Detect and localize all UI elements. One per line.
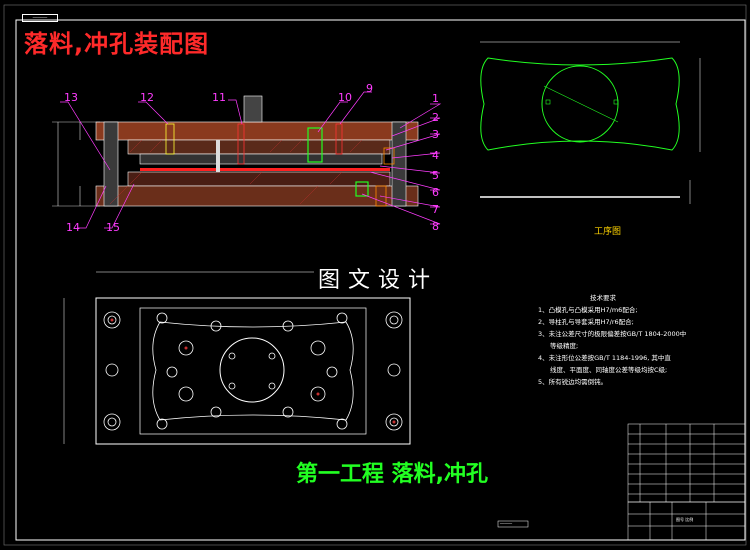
stage-title: 第一工程 落料,冲孔: [296, 462, 489, 487]
page-title: 落料,冲孔装配图: [24, 30, 210, 58]
title-block-scale: 图号 比例: [676, 517, 694, 522]
central-bore: [219, 337, 285, 403]
callout-6: 6: [432, 186, 439, 199]
callout-7: 7: [432, 203, 439, 216]
die-set-outline: [95, 297, 411, 445]
callout-12: 12: [140, 91, 154, 104]
bottom-plate: [95, 185, 419, 207]
callout-10: 10: [338, 91, 352, 104]
callout-11: 11: [212, 91, 226, 104]
callout-1: 1: [432, 92, 439, 105]
technical-item: 2、导柱孔与导套采用H7/r6配合;: [538, 318, 634, 326]
center-hole: [541, 65, 619, 143]
callout-5: 5: [432, 169, 439, 182]
technical-item: 线度、平面度、同轴度公差等级均按C级;: [550, 366, 668, 374]
technical-item: 3、未注公差尺寸的极限偏差按GB/T 1804-2000中: [538, 330, 687, 338]
top-plate: [95, 121, 419, 141]
technical-item: 等级精度;: [550, 342, 579, 350]
process-drawing-label: 工序图: [594, 227, 622, 237]
title-block-drawing-no: ─────: [500, 521, 513, 526]
stripper-plate: [139, 153, 383, 165]
die-shank: [243, 95, 263, 123]
callout-8: 8: [432, 220, 439, 233]
callout-2: 2: [432, 111, 439, 124]
technical-requirements: 技术要求 1、凸模孔与凸模采用H7/m6配合; 2、导柱孔与导套采用H7/r6配…: [538, 292, 708, 388]
callout-4: 4: [432, 149, 439, 162]
technical-item: 4、未注形位公差按GB/T 1184-1996, 其中直: [538, 354, 671, 362]
callout-9: 9: [366, 82, 373, 95]
punch-holder: [127, 139, 391, 155]
technical-item: 5、所有锐边均需倒钝。: [538, 378, 608, 386]
pierce-hole-left: [545, 99, 551, 105]
punch-1: [216, 140, 220, 172]
die-plate: [127, 171, 391, 187]
callout-3: 3: [432, 128, 439, 141]
plan-holes: [103, 311, 403, 431]
plan-pins: [110, 318, 396, 424]
design-title: 图文设计: [314, 262, 443, 294]
callout-13: 13: [64, 91, 78, 104]
callout-14: 14: [66, 221, 80, 234]
callout-15: 15: [106, 221, 120, 234]
process-drawing: [480, 41, 701, 204]
sheet-stamp: ──────: [22, 14, 58, 22]
blank-outline: [152, 321, 354, 421]
plan-view: [63, 271, 411, 445]
assembly-section-view: [52, 95, 419, 207]
strip-material: [140, 168, 390, 171]
part-outline: [480, 57, 680, 151]
technical-item: 1、凸模孔与凸模采用H7/m6配合;: [538, 306, 638, 314]
technical-requirements-heading: 技术要求: [590, 294, 616, 302]
